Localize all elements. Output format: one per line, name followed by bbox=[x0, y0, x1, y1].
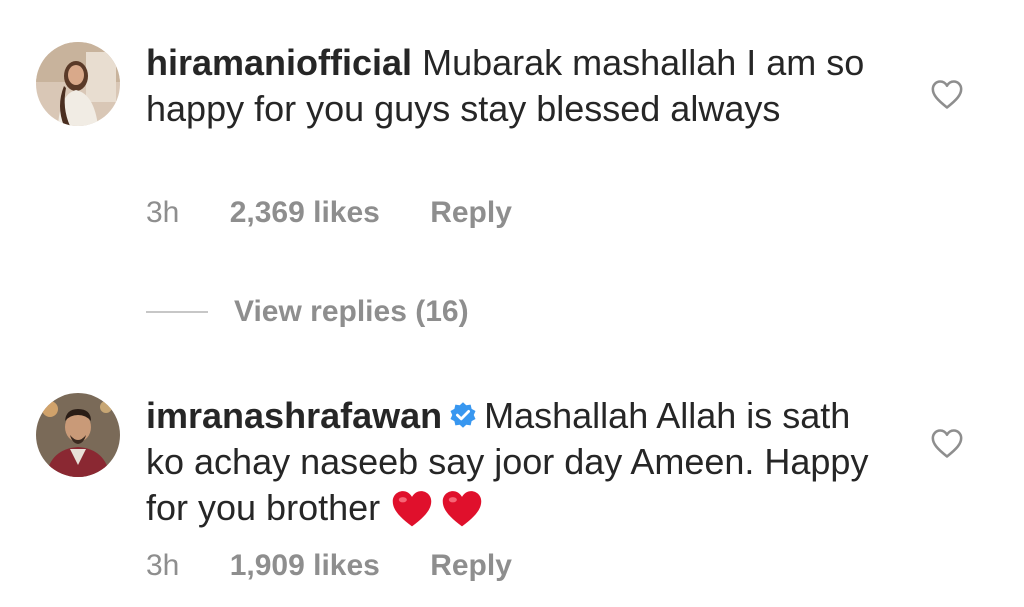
avatar-photo bbox=[36, 42, 120, 126]
emoji-hearts bbox=[390, 486, 490, 541]
comment-body: hiramaniofficial Mubarak mashallah I am … bbox=[146, 40, 886, 132]
verified-badge-icon bbox=[450, 402, 476, 428]
comment-time: 3h bbox=[146, 196, 180, 229]
red-heart-emoji-icon bbox=[442, 491, 482, 527]
avatar[interactable] bbox=[36, 393, 120, 477]
view-replies-label[interactable]: View replies (16) bbox=[234, 295, 469, 329]
view-replies-button[interactable]: View replies (16) bbox=[146, 295, 469, 329]
heart-outline-icon[interactable] bbox=[930, 78, 964, 110]
comment-meta: 3h 2,369 likes Reply bbox=[146, 196, 554, 230]
comment-item: hiramaniofficial Mubarak mashallah I am … bbox=[0, 0, 1024, 250]
reply-button[interactable]: Reply bbox=[430, 549, 512, 582]
comment-likes[interactable]: 2,369 likes bbox=[230, 196, 380, 229]
avatar[interactable] bbox=[36, 42, 120, 126]
red-heart-emoji-icon bbox=[392, 491, 432, 527]
comment-username[interactable]: imranashrafawan bbox=[146, 395, 442, 436]
comment-likes[interactable]: 1,909 likes bbox=[230, 549, 380, 582]
comment-body: imranashrafawan Mashallah Allah is sath … bbox=[146, 393, 886, 541]
comment-item: imranashrafawan Mashallah Allah is sath … bbox=[0, 385, 1024, 607]
avatar-photo bbox=[36, 393, 120, 477]
comment-username[interactable]: hiramaniofficial bbox=[146, 42, 412, 83]
heart-outline-icon[interactable] bbox=[930, 427, 964, 459]
divider-line bbox=[146, 311, 208, 313]
comment-time: 3h bbox=[146, 549, 180, 582]
comment-meta: 3h 1,909 likes Reply bbox=[146, 549, 554, 583]
reply-button[interactable]: Reply bbox=[430, 196, 512, 229]
